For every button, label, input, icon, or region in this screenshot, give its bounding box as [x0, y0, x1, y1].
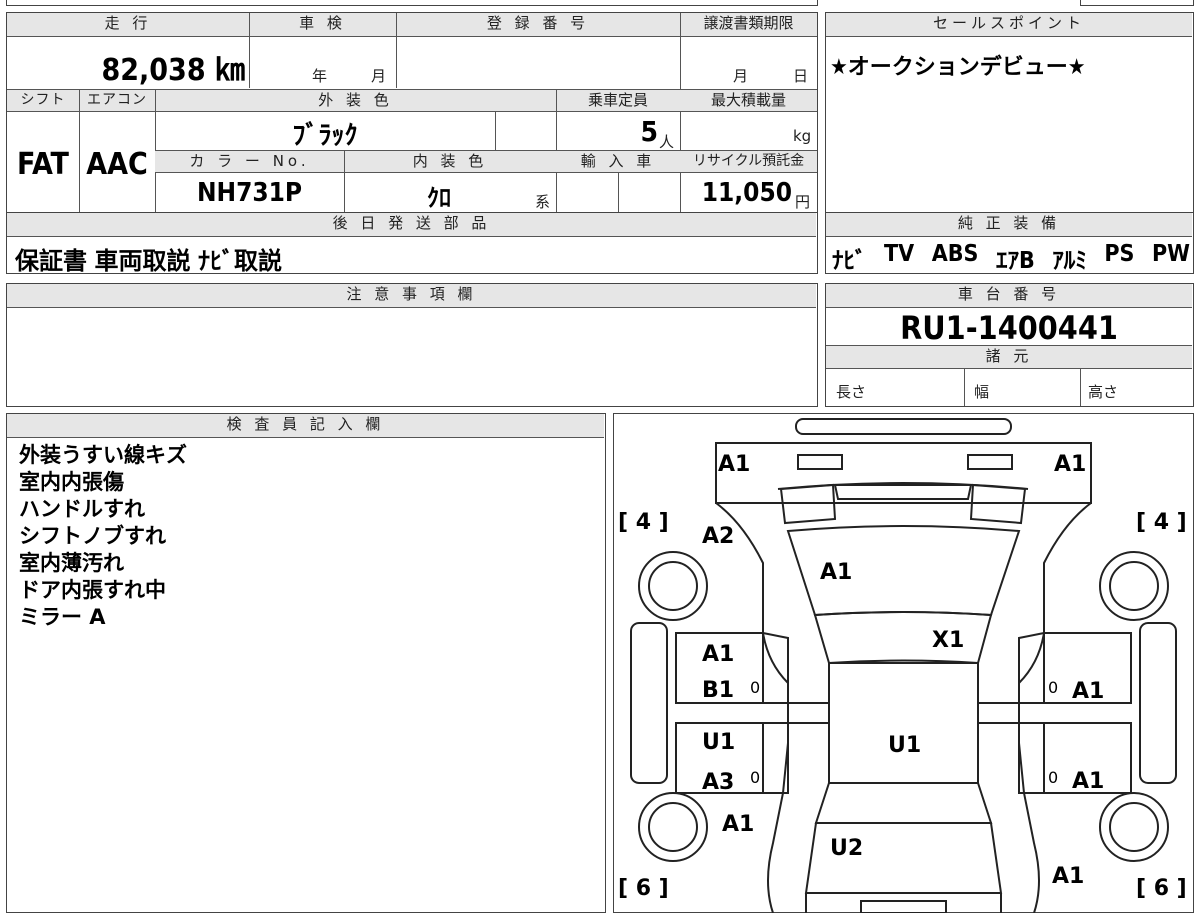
notes-box: 注 意 事 項 欄 [6, 283, 818, 407]
sales-point-header: セールスポイント [826, 13, 1192, 37]
later-parts-text: 保証書 車両取説 ﾅﾋﾞ取説 [15, 247, 283, 275]
mark-tire-rr: [ 6 ] [1136, 876, 1187, 901]
genuine-equipment-list: ﾅﾋﾞ TV ABS ｴｱB ｱﾙﾐ PS PW [832, 241, 1190, 275]
equip-airbag: ｴｱB [995, 248, 1035, 274]
mark-roof: U1 [888, 733, 922, 758]
color-no-value: NH731P [196, 178, 303, 208]
recycle-value: 11,050 [701, 178, 792, 208]
mark-fender-left: A2 [702, 524, 735, 549]
ac-value: AAC [86, 147, 148, 182]
transfer-month-unit: 月 [733, 67, 749, 85]
equip-pw: PW [1151, 241, 1190, 267]
inspector-box: 検 査 員 記 入 欄 外装うすい線キズ 室内内張傷 ハンドルすれ シフトノブす… [6, 413, 606, 913]
mark-front-left-corner: A1 [718, 452, 751, 477]
top-strip-right [1080, 0, 1194, 6]
genuine-equipment-box: 純 正 装 備 ﾅﾋﾞ TV ABS ｴｱB ｱﾙﾐ PS PW [825, 212, 1194, 274]
mark-rear-left-quarter: A1 [722, 812, 755, 837]
spec-header: 諸 元 [826, 345, 1192, 369]
load-unit: kg [793, 127, 812, 145]
inspector-line: 室内内張傷 [19, 470, 124, 494]
sales-point-text: ★オークションデビュー★ [830, 55, 1086, 80]
mark-rear-right-quarter: A1 [1052, 864, 1085, 889]
mark-hood: A1 [820, 560, 853, 585]
chassis-header: 車 台 番 号 [826, 284, 1192, 308]
mark-front-door-left-2: B1 [702, 678, 735, 703]
shift-value: FAT [17, 147, 69, 182]
color-no-header: カ ラ ー No. [155, 151, 344, 173]
exterior-value: ﾌﾞﾗｯｸ [292, 121, 358, 151]
interior-unit: 系 [535, 193, 551, 211]
recycle-header: リサイクル預託金 [680, 151, 817, 173]
inspection-header: 車 検 [249, 13, 396, 37]
equip-tv: TV [884, 241, 915, 267]
notes-header: 注 意 事 項 欄 [7, 284, 816, 308]
mark-tire-fl: [ 4 ] [618, 510, 669, 535]
car-diagram [630, 418, 1177, 913]
equip-navi: ﾅﾋﾞ [832, 248, 867, 274]
chassis-box: 車 台 番 号 RU1-1400441 諸 元 長さ 幅 高さ [825, 283, 1194, 407]
exterior-header: 外 装 色 [155, 90, 556, 112]
ac-header: エアコン [79, 90, 155, 112]
vehicle-info-table: 走 行 車 検 登 録 番 号 譲渡書類期限 82,038 ㎞ 年 月 月 日 … [6, 12, 818, 213]
later-parts-header: 後 日 発 送 部 品 [7, 213, 816, 237]
mark-rear-glass: U2 [830, 836, 864, 861]
mark-tire-rl: [ 6 ] [618, 876, 669, 901]
mark-rear-door-left-1: U1 [702, 730, 736, 755]
inspector-line: シフトノブすれ [19, 524, 166, 548]
load-header: 最大積載量 [680, 90, 817, 112]
inspection-year-unit: 年 [312, 67, 328, 85]
mark-rear-door-right: A1 [1072, 769, 1105, 794]
transfer-header: 譲渡書類期限 [680, 13, 817, 37]
mark-rear-door-left-2: A3 [702, 770, 735, 795]
capacity-header: 乗車定員 [556, 90, 680, 112]
capacity-value: 5 [640, 115, 658, 148]
mark-front-door-right: A1 [1072, 679, 1105, 704]
mark-small-0c: 0 [750, 768, 761, 787]
recycle-unit: 円 [795, 193, 811, 211]
top-strip [6, 0, 818, 6]
import-header: 輸 入 車 [556, 151, 680, 173]
transfer-day-unit: 日 [793, 67, 809, 85]
registration-header: 登 録 番 号 [396, 13, 680, 37]
inspector-line: ミラー A [19, 605, 106, 629]
sales-point-box: セールスポイント ★オークションデビュー★ [825, 12, 1194, 213]
genuine-equipment-header: 純 正 装 備 [826, 213, 1192, 237]
later-parts-box: 後 日 発 送 部 品 保証書 車両取説 ﾅﾋﾞ取説 [6, 212, 818, 275]
shift-header: シフト [7, 90, 79, 112]
equip-alloy: ｱﾙﾐ [1052, 248, 1087, 274]
interior-header: 内 装 色 [344, 151, 556, 173]
height-label: 高さ [1088, 383, 1119, 401]
capacity-unit: 人 [659, 133, 675, 151]
mark-small-0d: 0 [1048, 768, 1059, 787]
inspection-month-unit: 月 [371, 67, 387, 85]
mileage-value: 82,038 ㎞ [101, 53, 245, 88]
inspector-line: ハンドルすれ [19, 497, 145, 521]
mileage-header: 走 行 [7, 13, 249, 37]
inspector-header: 検 査 員 記 入 欄 [7, 414, 604, 438]
inspector-line: ドア内張すれ中 [19, 578, 166, 602]
mark-tire-fr: [ 4 ] [1136, 510, 1187, 535]
mark-small-0a: 0 [750, 678, 761, 697]
mark-front-door-left-1: A1 [702, 642, 735, 667]
equip-ps: PS [1104, 241, 1135, 267]
length-label: 長さ [836, 383, 867, 401]
interior-value: ｸﾛ [427, 184, 451, 212]
width-label: 幅 [974, 383, 990, 401]
mark-front-right-corner: A1 [1054, 452, 1087, 477]
inspector-line: 外装うすい線キズ [19, 443, 187, 467]
mark-windshield: X1 [932, 628, 965, 653]
car-diagram-box: A1 A1 [ 4 ] [ 4 ] A2 A1 X1 A1 B1 0 0 A1 … [613, 413, 1194, 913]
chassis-number: RU1-1400441 [900, 309, 1118, 347]
inspector-line: 室内薄汚れ [19, 551, 124, 575]
equip-abs: ABS [931, 241, 979, 267]
mark-small-0b: 0 [1048, 678, 1059, 697]
